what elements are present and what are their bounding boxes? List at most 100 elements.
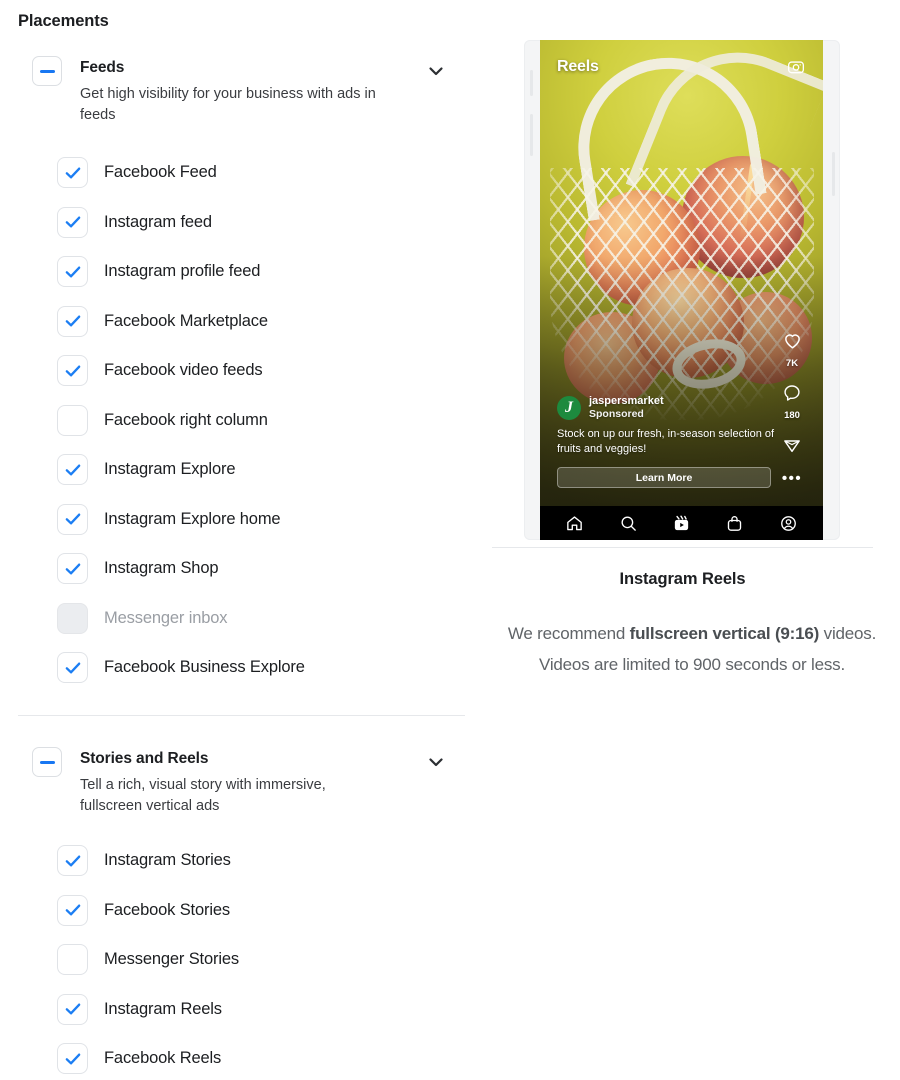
checkbox-disabled: [57, 602, 88, 634]
placements-panel: Placements Feeds Get high visibility for…: [0, 0, 492, 1080]
placement-label: Facebook Reels: [104, 1049, 222, 1068]
like-action[interactable]: 7K: [782, 330, 803, 369]
brand-avatar: J: [557, 395, 581, 420]
placement-label: Facebook Feed: [104, 163, 217, 182]
placement-row[interactable]: Instagram Shop: [0, 544, 492, 594]
checkbox-checked[interactable]: [57, 256, 88, 288]
minus-icon: [39, 760, 55, 764]
checkbox-checked[interactable]: [57, 1043, 88, 1075]
camera-icon[interactable]: [787, 58, 805, 81]
checkbox-checked[interactable]: [57, 652, 88, 684]
shop-icon[interactable]: [725, 514, 744, 533]
placement-label: Instagram Explore: [104, 460, 236, 479]
checkbox-checked[interactable]: [57, 503, 88, 535]
placement-label: Instagram Explore home: [104, 509, 281, 528]
preview-desc-bold-2: (9:16): [774, 624, 820, 643]
placement-row[interactable]: Facebook Feed: [0, 148, 492, 198]
chevron-down-icon[interactable]: [425, 60, 447, 82]
phone-screen: Reels 7K 180 ••• J jaspersmarket Sponsor…: [540, 40, 823, 540]
preview-panel: Reels 7K 180 ••• J jaspersmarket Sponsor…: [492, 0, 900, 1080]
comment-icon: [782, 383, 802, 408]
checkbox-checked[interactable]: [57, 553, 88, 585]
comment-count: 180: [784, 410, 800, 421]
placement-row[interactable]: Instagram Reels: [0, 985, 492, 1035]
group-title-feeds: Feeds: [80, 59, 125, 76]
placement-row[interactable]: Instagram Stories: [0, 836, 492, 886]
share-action[interactable]: [782, 435, 802, 460]
checkbox-checked[interactable]: [57, 355, 88, 387]
placement-row[interactable]: Instagram Explore home: [0, 495, 492, 545]
placement-row[interactable]: Instagram Explore: [0, 445, 492, 495]
preview-desc-part-1: We recommend: [507, 624, 630, 643]
heart-icon: [782, 330, 803, 356]
placement-label: Instagram Stories: [104, 851, 231, 870]
placement-row[interactable]: Facebook video feeds: [0, 346, 492, 396]
placement-list-stories: Instagram Stories Facebook Stories Messeng…: [0, 836, 492, 1080]
checkbox-checked[interactable]: [57, 845, 88, 877]
placement-row[interactable]: Facebook right column: [0, 396, 492, 446]
group-title-stories: Stories and Reels: [80, 750, 209, 767]
checkbox-checked[interactable]: [57, 894, 88, 926]
placement-row[interactable]: Facebook Reels: [0, 1034, 492, 1080]
ad-overlay: J jaspersmarket Sponsored Stock on up ou…: [557, 395, 775, 488]
reels-label: Reels: [557, 58, 599, 75]
ad-primary-text: Stock on up our fresh, in-season selecti…: [557, 428, 775, 455]
placement-list-feeds: Facebook Feed Instagram feed Instagram pro…: [0, 148, 492, 693]
placement-row: Messenger inbox: [0, 594, 492, 644]
search-icon[interactable]: [619, 514, 638, 533]
checkbox-checked[interactable]: [57, 157, 88, 189]
reels-header: Reels: [540, 58, 823, 88]
placement-row[interactable]: Facebook Marketplace: [0, 297, 492, 347]
group-description-feeds: Get high visibility for your business wi…: [80, 86, 376, 123]
minus-icon: [39, 69, 55, 73]
placement-row[interactable]: Instagram feed: [0, 198, 492, 248]
group-description-stories: Tell a rich, visual story with immersive…: [80, 777, 326, 814]
placement-label: Instagram Reels: [104, 999, 222, 1018]
checkbox-unchecked[interactable]: [57, 944, 88, 976]
placement-label: Messenger inbox: [104, 608, 228, 627]
page-title: Placements: [18, 12, 109, 30]
learn-more-button[interactable]: Learn More: [557, 467, 771, 488]
checkbox-checked[interactable]: [57, 993, 88, 1025]
placement-label: Facebook video feeds: [104, 361, 263, 380]
placement-row[interactable]: Facebook Stories: [0, 886, 492, 936]
preview-desc-bold-1: fullscreen vertical: [629, 624, 771, 643]
reels-action-rail: 7K 180 •••: [769, 330, 815, 498]
sponsored-label: Sponsored: [589, 407, 644, 420]
comment-action[interactable]: 180: [782, 383, 802, 421]
checkbox-checked[interactable]: [57, 454, 88, 486]
collapse-toggle-feeds[interactable]: [32, 56, 62, 86]
advertiser-row: J jaspersmarket Sponsored: [557, 395, 775, 420]
advertiser-name: jaspersmarket: [589, 395, 664, 407]
collapse-toggle-stories[interactable]: [32, 747, 62, 777]
instagram-bottom-nav: [540, 506, 823, 540]
profile-icon[interactable]: [779, 514, 798, 533]
checkbox-unchecked[interactable]: [57, 404, 88, 436]
preview-title: Instagram Reels: [619, 570, 746, 588]
placements-screen: Placements Feeds Get high visibility for…: [0, 0, 900, 1080]
chevron-down-icon[interactable]: [425, 751, 447, 773]
phone-side-button: [832, 152, 835, 196]
placement-row[interactable]: Instagram profile feed: [0, 247, 492, 297]
checkbox-checked[interactable]: [57, 206, 88, 238]
placement-label: Messenger Stories: [104, 950, 240, 969]
checkbox-checked[interactable]: [57, 305, 88, 337]
home-icon[interactable]: [565, 514, 584, 533]
placement-label: Facebook Marketplace: [104, 311, 268, 330]
placement-label: Instagram profile feed: [104, 262, 261, 281]
preview-description: We recommend fullscreen vertical (9:16) …: [496, 618, 888, 680]
placement-row[interactable]: Messenger Stories: [0, 935, 492, 985]
placement-row[interactable]: Facebook Business Explore: [0, 643, 492, 693]
placement-label: Facebook Stories: [104, 900, 230, 919]
section-divider: [18, 715, 465, 716]
like-count: 7K: [785, 358, 799, 369]
phone-preview: Reels 7K 180 ••• J jaspersmarket Sponsor…: [524, 40, 840, 540]
placement-label: Facebook right column: [104, 410, 268, 429]
more-options-action[interactable]: •••: [781, 470, 803, 487]
placement-label: Instagram feed: [104, 212, 212, 231]
advertiser-text: jaspersmarket Sponsored: [589, 395, 664, 420]
share-icon: [782, 435, 802, 460]
more-options-icon: •••: [781, 470, 803, 487]
placement-label: Facebook Business Explore: [104, 658, 305, 677]
reels-icon[interactable]: [672, 514, 691, 533]
